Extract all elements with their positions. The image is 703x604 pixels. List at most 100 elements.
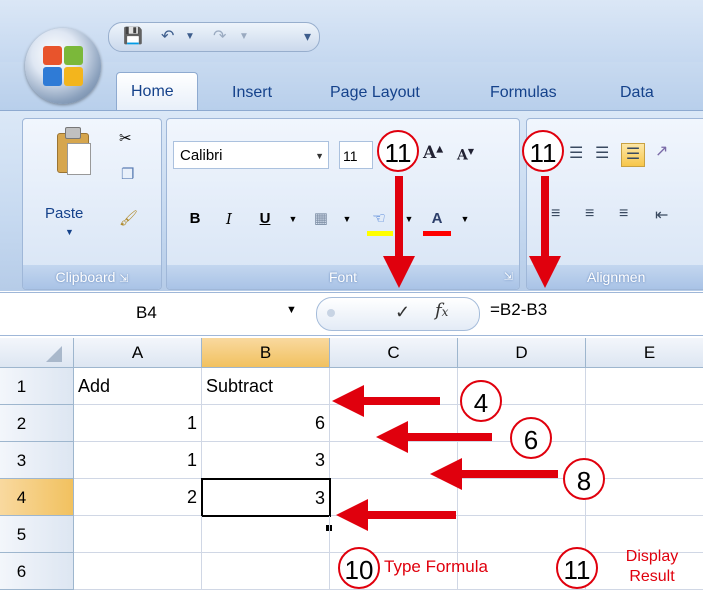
paste-icon[interactable] [53, 127, 93, 177]
cell-e1[interactable] [586, 368, 703, 405]
cell-a6[interactable] [74, 553, 202, 590]
font-color-swatch [423, 231, 451, 236]
align-middle-icon[interactable]: ☰ [595, 143, 609, 163]
cell-b4-active[interactable]: 3 [201, 478, 331, 517]
row-header-4[interactable]: 4 [0, 479, 74, 516]
borders-dropdown-icon[interactable]: ▼ [333, 205, 361, 233]
callout-11-bottom: 11 [556, 547, 598, 589]
row-header-2[interactable]: 2 [0, 405, 74, 442]
clipboard-group-label-text: Clipboard [55, 269, 116, 285]
copy-icon[interactable]: ❐ [121, 165, 134, 183]
font-size-combobox[interactable]: 11 [339, 141, 373, 169]
tab-insert[interactable]: Insert [232, 84, 272, 102]
row-header-5[interactable]: 5 [0, 516, 74, 553]
tab-home[interactable]: Home [116, 72, 198, 113]
tab-formulas[interactable]: Formulas [490, 84, 557, 102]
shrink-font-button[interactable]: A▼ [457, 146, 474, 164]
font-group-label: Font ⇲ [167, 265, 519, 289]
font-name-combobox[interactable]: Calibri ▼ [173, 141, 329, 169]
cell-c5[interactable] [330, 516, 458, 553]
clipboard-paper-shape [67, 143, 91, 175]
cell-c2[interactable] [330, 405, 458, 442]
cell-b2[interactable]: 6 [202, 405, 330, 442]
insert-function-icon[interactable]: fx [435, 300, 448, 321]
dialog-launcher-icon[interactable]: ⇲ [119, 273, 128, 285]
cell-c4[interactable] [331, 479, 458, 516]
font-name-dropdown-icon[interactable]: ▼ [315, 142, 324, 170]
name-box-dropdown-icon[interactable]: ▼ [286, 304, 297, 316]
align-center-icon[interactable]: ≡ [585, 205, 594, 223]
cell-a5[interactable] [74, 516, 202, 553]
underline-dropdown-icon[interactable]: ▼ [279, 205, 307, 233]
cell-e2[interactable] [586, 405, 703, 442]
alignment-group-label: Alignmen [527, 265, 703, 289]
quick-access-toolbar: 💾 ↶ ▼ ↷ ▼ [108, 22, 320, 52]
callout-6: 6 [510, 417, 552, 459]
customize-qat-icon[interactable]: ▾ [304, 28, 311, 45]
select-all-corner[interactable] [0, 338, 74, 368]
italic-button[interactable]: I [215, 205, 243, 233]
scissors-icon[interactable]: ✂ [119, 129, 132, 147]
borders-icon[interactable]: ▦ [307, 205, 335, 233]
font-color-icon[interactable]: A [423, 205, 451, 233]
align-bottom-icon[interactable]: ☰ [621, 143, 645, 167]
cell-a3[interactable]: 1 [74, 442, 202, 479]
paste-dropdown-icon[interactable]: ▼ [65, 227, 74, 237]
column-header-d[interactable]: D [458, 338, 586, 368]
cell-c1[interactable] [330, 368, 458, 405]
office-button[interactable] [25, 28, 101, 104]
grow-font-button[interactable]: A▲ [423, 143, 443, 163]
bold-button[interactable]: B [181, 205, 209, 233]
cell-a1[interactable]: Add [74, 368, 202, 405]
clipboard-group: Paste ▼ ✂ ❐ 🖌 Clipboard ⇲ [22, 118, 162, 290]
row-header-3[interactable]: 3 [0, 442, 74, 479]
annotation-display: Display [625, 548, 679, 565]
cell-b6[interactable] [202, 553, 330, 590]
redo-icon[interactable]: ↷ [213, 26, 226, 46]
column-header-a[interactable]: A [74, 338, 202, 368]
paste-button-label[interactable]: Paste [45, 205, 83, 222]
align-right-icon[interactable]: ≡ [619, 205, 628, 223]
undo-icon[interactable]: ↶ [161, 26, 174, 46]
clipboard-group-label: Clipboard ⇲ [23, 265, 161, 289]
formula-bar-buttons: ✓ fx [316, 297, 480, 331]
cell-b1[interactable]: Subtract [202, 368, 330, 405]
fill-color-icon[interactable]: ☜ [365, 205, 393, 233]
enter-checkmark-icon[interactable]: ✓ [395, 302, 410, 323]
title-bar [0, 0, 703, 62]
office-logo-icon [43, 46, 83, 86]
align-top-icon[interactable]: ☰ [569, 143, 583, 163]
font-dialog-launcher-icon[interactable]: ⇲ [504, 265, 513, 289]
cell-a2[interactable]: 1 [74, 405, 202, 442]
paintbrush-icon[interactable]: 🖌 [119, 209, 138, 227]
column-header-c[interactable]: C [330, 338, 458, 368]
column-header-e[interactable]: E [586, 338, 703, 368]
tab-data[interactable]: Data [620, 84, 654, 102]
cell-b5[interactable] [202, 516, 330, 553]
undo-dropdown-icon[interactable]: ▼ [185, 31, 195, 42]
callout-11-align: 11 [522, 130, 564, 172]
name-box[interactable]: B4 ▼ [8, 300, 298, 326]
row-header-1[interactable]: 1 [0, 368, 74, 405]
callout-11-font: 11 [377, 130, 419, 172]
redo-dropdown-icon[interactable]: ▼ [239, 31, 249, 42]
save-icon[interactable]: 💾 [123, 26, 143, 46]
align-left-icon[interactable]: ≡ [551, 205, 560, 223]
column-header-b[interactable]: B [202, 338, 330, 368]
row-header-6[interactable]: 6 [0, 553, 74, 590]
fill-color-dropdown-icon[interactable]: ▼ [395, 205, 423, 233]
underline-button[interactable]: U [251, 205, 279, 233]
font-size-value: 11 [343, 148, 358, 164]
font-color-dropdown-icon[interactable]: ▼ [451, 205, 479, 233]
tab-page-layout[interactable]: Page Layout [330, 84, 420, 102]
cell-d5[interactable] [458, 516, 586, 553]
resize-handle-icon[interactable] [327, 309, 335, 317]
cell-a4[interactable]: 2 [74, 479, 202, 516]
cell-c3[interactable] [330, 442, 458, 479]
callout-10: 10 [338, 547, 380, 589]
decrease-indent-icon[interactable]: ⇤ [655, 205, 668, 225]
formula-input[interactable]: =B2-B3 [490, 300, 547, 320]
cell-b3[interactable]: 3 [202, 442, 330, 479]
shrink-font-label: A [457, 147, 468, 164]
orientation-icon[interactable]: ↗ [655, 141, 668, 161]
